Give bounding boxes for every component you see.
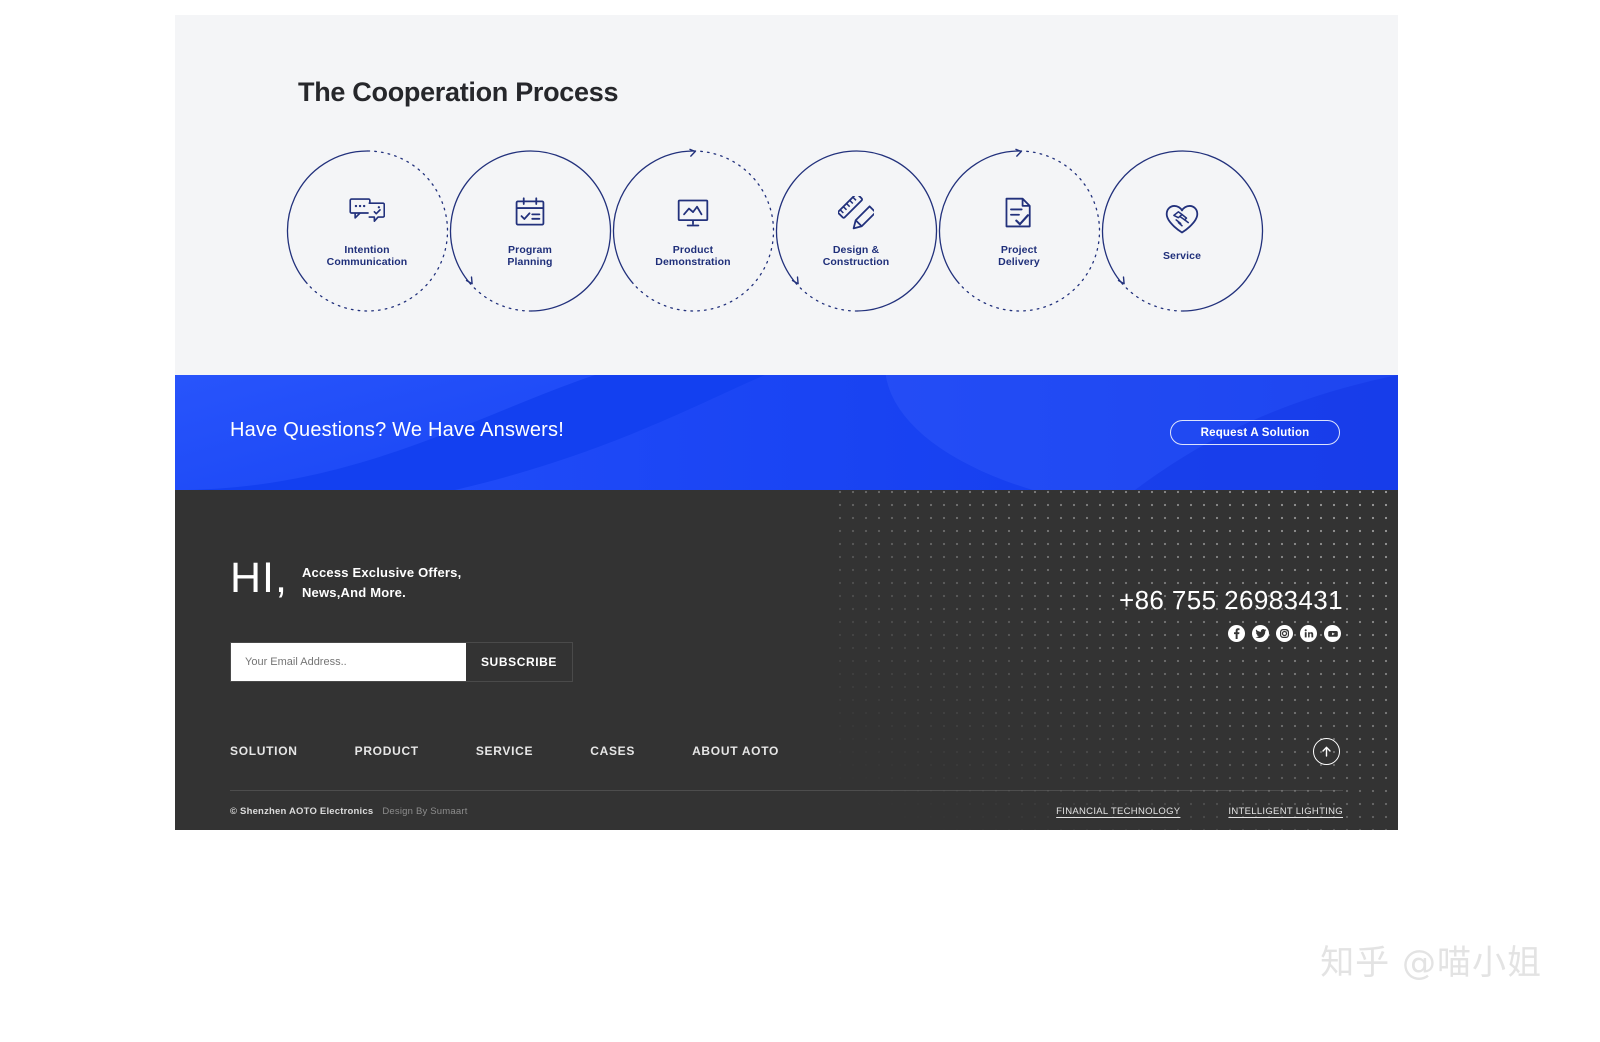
newsletter-heading: HI, Access Exclusive Offers, News,And Mo… bbox=[230, 558, 461, 603]
youtube-icon[interactable] bbox=[1324, 625, 1341, 642]
footer-content: HI, Access Exclusive Offers, News,And Mo… bbox=[175, 490, 1398, 830]
step-label-3: Product Demonstration bbox=[655, 244, 730, 269]
step-content-5: Project Delivery bbox=[937, 148, 1101, 312]
page-root: The Cooperation Process bbox=[0, 0, 1600, 1042]
design-credit: Design By Sumaart bbox=[382, 806, 467, 817]
newsletter-subtext-line2: News,And More. bbox=[302, 585, 406, 600]
ruler-pencil-icon bbox=[838, 196, 874, 230]
document-check-icon bbox=[1001, 196, 1037, 230]
step-label-6: Service bbox=[1163, 250, 1201, 263]
process-step-project-delivery[interactable]: Project Delivery bbox=[937, 148, 1101, 312]
email-input[interactable] bbox=[231, 643, 466, 681]
step-label-1: Intention Communication bbox=[327, 244, 408, 269]
watermark: 知乎 @喵小姐 bbox=[1320, 935, 1542, 984]
process-step-intention-communication[interactable]: Intention Communication bbox=[285, 148, 449, 312]
footer-nav-item-cases[interactable]: CASES bbox=[590, 744, 635, 758]
page-column: The Cooperation Process bbox=[175, 0, 1398, 830]
presentation-screen-icon bbox=[675, 196, 711, 230]
copyright: © Shenzhen AOTO Electronics Design By Su… bbox=[230, 806, 468, 817]
footer-nav: SOLUTION PRODUCT SERVICE CASES ABOUT AOT… bbox=[230, 744, 779, 758]
copyright-text: © Shenzhen AOTO Electronics bbox=[230, 806, 373, 817]
scroll-to-top-button[interactable] bbox=[1313, 738, 1340, 765]
step-content-4: Design & Construction bbox=[774, 148, 938, 312]
cta-headline: Have Questions? We Have Answers! bbox=[230, 419, 564, 442]
newsletter-subtext: Access Exclusive Offers, News,And More. bbox=[302, 563, 461, 603]
twitter-icon[interactable] bbox=[1252, 625, 1269, 642]
subscribe-button[interactable]: SUBSCRIBE bbox=[466, 643, 572, 681]
facebook-icon[interactable] bbox=[1228, 625, 1245, 642]
process-step-service[interactable]: Service bbox=[1100, 148, 1264, 312]
footer-divider bbox=[230, 790, 1343, 791]
hi-word: HI, bbox=[230, 558, 288, 598]
footer-nav-item-solution[interactable]: SOLUTION bbox=[230, 744, 298, 758]
chat-bubbles-icon bbox=[349, 196, 385, 230]
step-label-5: Project Delivery bbox=[998, 244, 1040, 269]
newsletter-subtext-line1: Access Exclusive Offers, bbox=[302, 565, 461, 580]
social-links bbox=[1228, 625, 1341, 642]
footer-link-financial-technology[interactable]: FINANCIAL TECHNOLOGY bbox=[1056, 806, 1180, 817]
newsletter-form: SUBSCRIBE bbox=[230, 642, 573, 682]
arrow-up-icon bbox=[1320, 745, 1333, 758]
footer-link-intelligent-lighting[interactable]: INTELLIGENT LIGHTING bbox=[1228, 806, 1343, 817]
page-title: The Cooperation Process bbox=[298, 77, 618, 108]
step-content-3: Product Demonstration bbox=[611, 148, 775, 312]
process-steps: Intention Communication bbox=[285, 140, 1295, 320]
footer-bottom-links: FINANCIAL TECHNOLOGY INTELLIGENT LIGHTIN… bbox=[1056, 806, 1343, 817]
cooperation-process-section: The Cooperation Process bbox=[175, 15, 1398, 375]
step-content-1: Intention Communication bbox=[285, 148, 449, 312]
footer-nav-item-about-aoto[interactable]: ABOUT AOTO bbox=[692, 744, 779, 758]
step-label-2: Program Planning bbox=[507, 244, 552, 269]
phone-number[interactable]: +86 755 26983431 bbox=[1119, 585, 1343, 616]
process-step-program-planning[interactable]: Program Planning bbox=[448, 148, 612, 312]
step-content-6: Service bbox=[1100, 148, 1264, 312]
site-footer: HI, Access Exclusive Offers, News,And Mo… bbox=[175, 490, 1398, 830]
process-step-design-construction[interactable]: Design & Construction bbox=[774, 148, 938, 312]
handshake-heart-icon bbox=[1164, 202, 1200, 236]
linkedin-icon[interactable] bbox=[1300, 625, 1317, 642]
footer-nav-item-service[interactable]: SERVICE bbox=[476, 744, 533, 758]
footer-nav-item-product[interactable]: PRODUCT bbox=[355, 744, 419, 758]
calendar-check-icon bbox=[512, 196, 548, 230]
step-label-4: Design & Construction bbox=[823, 244, 890, 269]
request-a-solution-button[interactable]: Request A Solution bbox=[1170, 420, 1340, 445]
process-step-product-demonstration[interactable]: Product Demonstration bbox=[611, 148, 775, 312]
step-content-2: Program Planning bbox=[448, 148, 612, 312]
cta-banner: Have Questions? We Have Answers! Request… bbox=[175, 375, 1398, 490]
instagram-icon[interactable] bbox=[1276, 625, 1293, 642]
